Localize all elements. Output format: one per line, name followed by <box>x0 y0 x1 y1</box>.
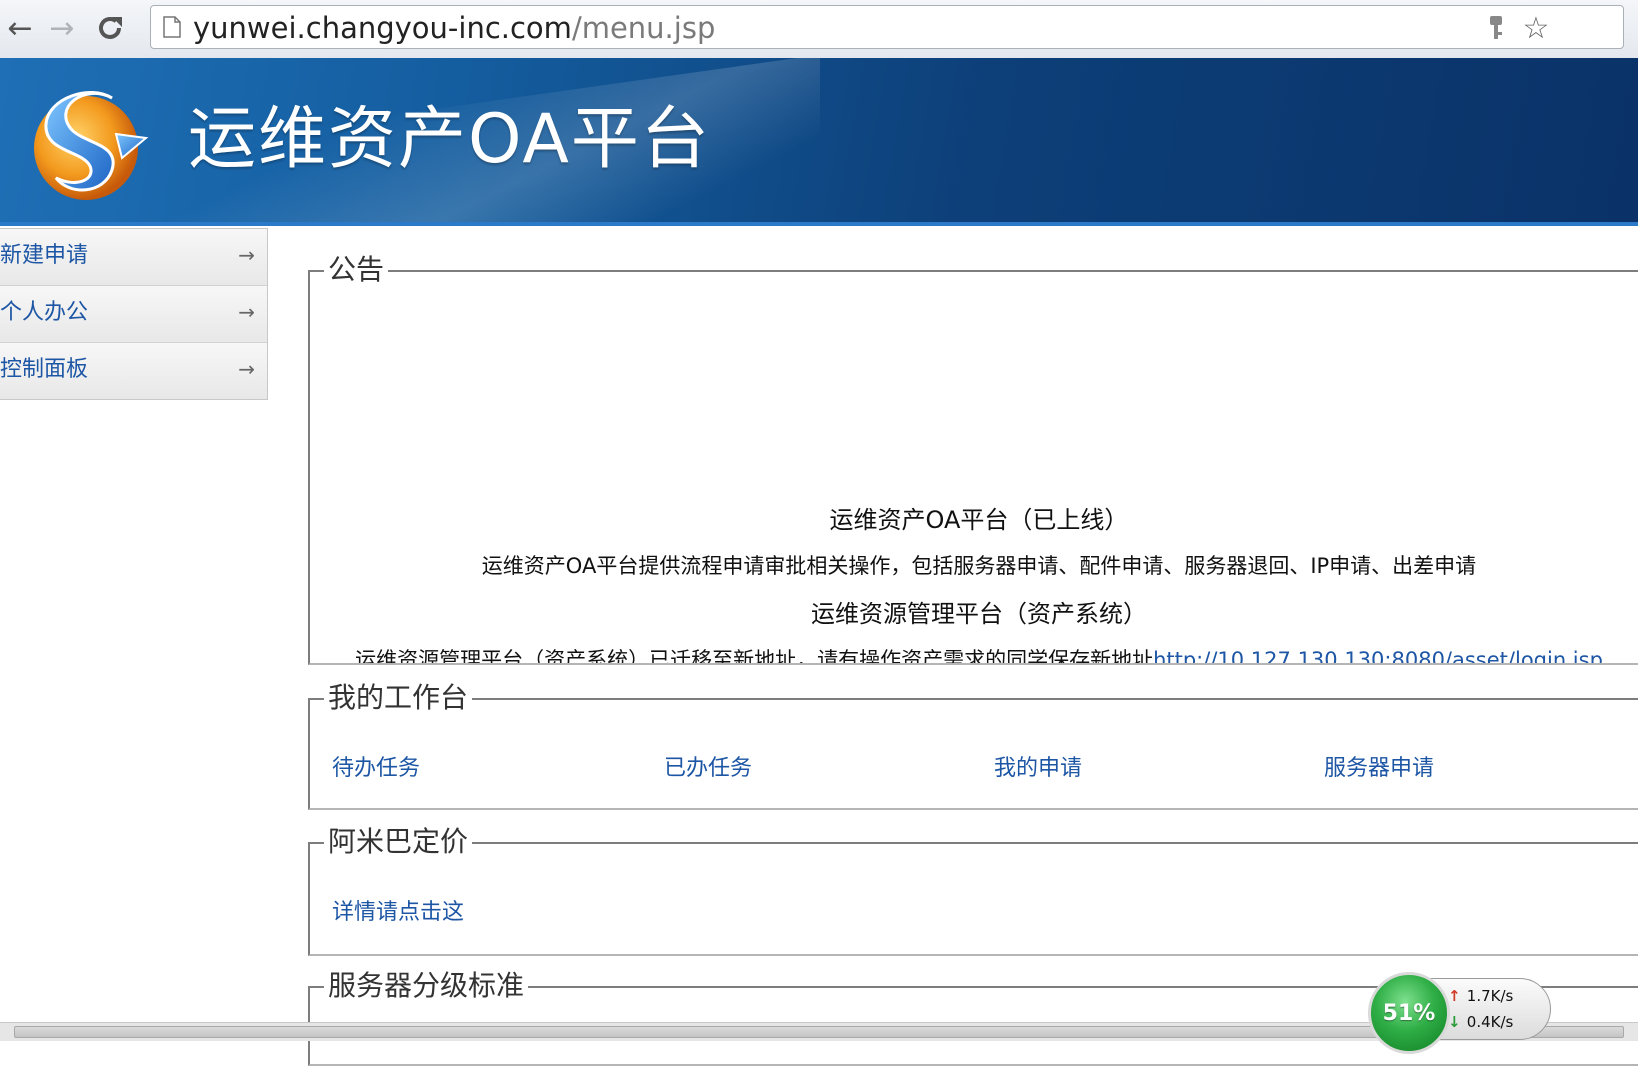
upload-arrow-icon: ↑ <box>1448 987 1461 1005</box>
sidebar-item-label: 新建申请 <box>0 243 89 268</box>
arrow-right-icon: → <box>238 300 255 324</box>
download-arrow-icon: ↓ <box>1448 1013 1461 1031</box>
sidebar-item-personal-office[interactable]: 个人办公 → <box>0 286 267 343</box>
workbench-panel: 我的工作台 待办任务 已办任务 我的申请 服务器申请 <box>308 678 1638 810</box>
sidebar-item-label: 个人办公 <box>0 300 89 325</box>
notice-panel: 公告 运维资产OA平台（已上线） 运维资产OA平台提供流程申请审批相关操作，包括… <box>308 250 1638 665</box>
download-speed: ↓ 0.4K/s <box>1448 1013 1513 1031</box>
sidebar-menu: 新建申请 → 个人办公 → 控制面板 → <box>0 228 268 400</box>
address-bar[interactable]: yunwei.changyou-inc.com/menu.jsp ☆ <box>150 5 1624 49</box>
banner-divider <box>0 222 1638 226</box>
server-grade-legend: 服务器分级标准 <box>324 966 529 1006</box>
notice-body-asset-text: 运维资源管理平台（资产系统）已迁移至新地址，请有操作资产需求的同学保存新地址 <box>355 648 1154 663</box>
link-my-requests[interactable]: 我的申请 <box>994 750 1082 782</box>
company-logo <box>34 91 149 200</box>
arrow-right-icon: → <box>238 357 255 381</box>
upload-speed-value: 1.7K/s <box>1466 987 1514 1005</box>
bookmark-star-icon[interactable]: ☆ <box>1521 11 1551 46</box>
link-pending-tasks[interactable]: 待办任务 <box>332 750 420 782</box>
sidebar-item-new-request[interactable]: 新建申请 → <box>0 229 267 286</box>
back-arrow-icon[interactable]: ← <box>0 8 40 48</box>
page-icon <box>163 16 181 38</box>
asset-system-link[interactable]: http://10.127.130.130:8080/asset/login.j… <box>1153 648 1603 663</box>
sidebar-item-label: 控制面板 <box>0 357 89 382</box>
arrow-right-icon: → <box>238 243 255 267</box>
header-banner: 运维资产OA平台 <box>0 58 1638 226</box>
link-server-request[interactable]: 服务器申请 <box>1324 750 1434 782</box>
url-text[interactable]: yunwei.changyou-inc.com/menu.jsp <box>193 10 715 46</box>
upload-speed: ↑ 1.7K/s <box>1448 987 1513 1005</box>
amoeba-pricing-legend: 阿米巴定价 <box>324 822 473 862</box>
reload-icon[interactable] <box>90 8 130 48</box>
amoeba-details-link[interactable]: 详情请点击这 <box>332 894 464 926</box>
notice-body-asset: 运维资源管理平台（资产系统）已迁移至新地址，请有操作资产需求的同学保存新地址ht… <box>310 644 1638 663</box>
key-icon[interactable] <box>1481 13 1511 43</box>
browser-toolbar: ← → yunwei.changyou-inc.com/menu.jsp ☆ <box>0 0 1638 59</box>
memory-usage-ball[interactable]: 51% <box>1368 972 1450 1054</box>
app-title: 运维资产OA平台 <box>188 100 711 179</box>
notice-heading-oa: 运维资产OA平台（已上线） <box>829 506 1129 534</box>
amoeba-pricing-panel: 阿米巴定价 详情请点击这 <box>308 822 1638 956</box>
sidebar-item-control-panel[interactable]: 控制面板 → <box>0 343 267 399</box>
workbench-legend: 我的工作台 <box>324 678 473 718</box>
notice-heading-asset: 运维资源管理平台（资产系统） <box>811 600 1147 628</box>
notice-body-oa: 运维资产OA平台提供流程申请审批相关操作，包括服务器申请、配件申请、服务器退回、… <box>481 554 1477 578</box>
download-speed-value: 0.4K/s <box>1466 1013 1514 1031</box>
forward-arrow-icon[interactable]: → <box>42 8 82 48</box>
notice-scroll-area: 运维资产OA平台（已上线） 运维资产OA平台提供流程申请审批相关操作，包括服务器… <box>310 272 1638 663</box>
link-completed-tasks[interactable]: 已办任务 <box>664 750 752 782</box>
